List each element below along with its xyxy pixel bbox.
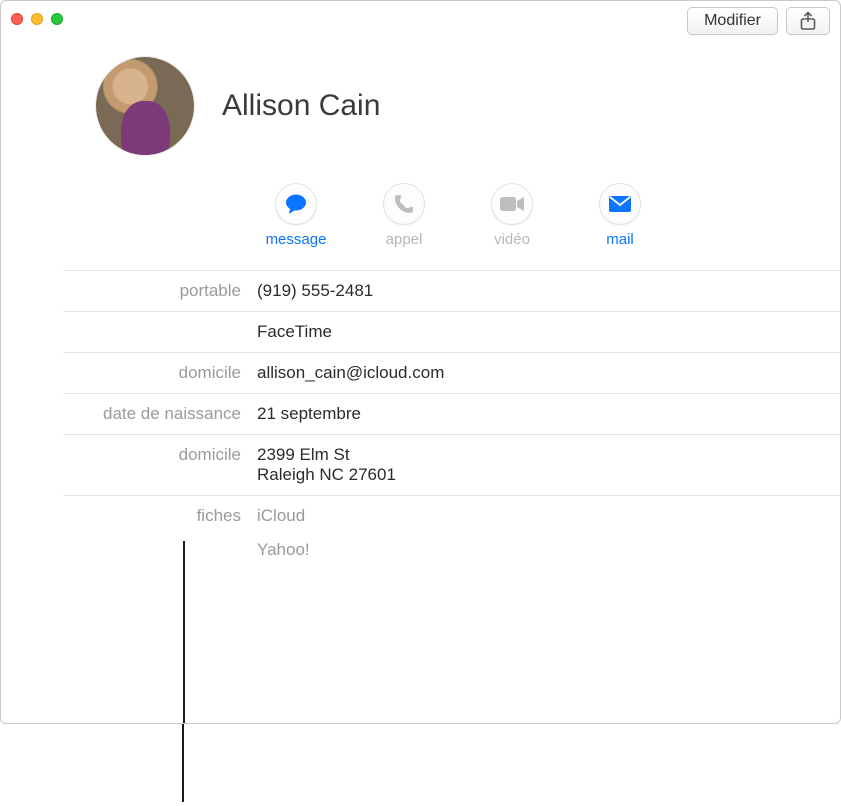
birthday-value[interactable]: 21 septembre xyxy=(251,404,840,424)
message-icon-circle xyxy=(275,183,317,225)
zoom-window-button[interactable] xyxy=(51,13,63,25)
share-icon xyxy=(799,11,817,31)
home-email-value[interactable]: allison_cain@icloud.com xyxy=(251,363,840,383)
home-email-label: domicile xyxy=(63,363,251,383)
home-address-line2: Raleigh NC 27601 xyxy=(257,465,840,485)
video-icon-circle xyxy=(491,183,533,225)
cards-value-1[interactable]: iCloud xyxy=(251,506,840,526)
call-label: appel xyxy=(386,231,423,248)
video-label: vidéo xyxy=(494,231,530,248)
callout-line xyxy=(183,541,185,724)
home-email-row: domicile allison_cain@icloud.com xyxy=(63,352,840,393)
call-action[interactable]: appel xyxy=(369,183,439,248)
video-icon xyxy=(499,195,525,213)
mobile-row: portable (919) 555-2481 xyxy=(63,270,840,311)
home-address-value[interactable]: 2399 Elm St Raleigh NC 27601 xyxy=(251,445,840,485)
close-window-button[interactable] xyxy=(11,13,23,25)
mail-icon-circle xyxy=(599,183,641,225)
birthday-label: date de naissance xyxy=(63,404,251,424)
phone-icon xyxy=(393,193,415,215)
home-address-label: domicile xyxy=(63,445,251,485)
minimize-window-button[interactable] xyxy=(31,13,43,25)
facetime-label-empty xyxy=(63,322,251,342)
home-address-line1: 2399 Elm St xyxy=(257,445,840,465)
fields: portable (919) 555-2481 FaceTime domicil… xyxy=(1,270,840,570)
toolbar-right: Modifier xyxy=(687,7,830,35)
video-action[interactable]: vidéo xyxy=(477,183,547,248)
cards-row: fiches iCloud xyxy=(63,495,840,536)
cards-label-empty xyxy=(63,540,251,560)
titlebar: Modifier xyxy=(1,1,840,37)
mail-icon xyxy=(608,195,632,213)
modify-button[interactable]: Modifier xyxy=(687,7,778,35)
traffic-lights xyxy=(11,13,63,25)
mail-label: mail xyxy=(606,231,634,248)
avatar[interactable] xyxy=(96,57,194,155)
message-action[interactable]: message xyxy=(261,183,331,248)
share-button[interactable] xyxy=(786,7,830,35)
contact-window: Modifier Allison Cain message xyxy=(0,0,841,724)
contact-header: Allison Cain xyxy=(1,37,840,165)
facetime-row: FaceTime xyxy=(63,311,840,352)
mobile-value[interactable]: (919) 555-2481 xyxy=(251,281,840,301)
mail-action[interactable]: mail xyxy=(585,183,655,248)
birthday-row: date de naissance 21 septembre xyxy=(63,393,840,434)
modify-button-label: Modifier xyxy=(704,12,761,30)
message-label: message xyxy=(266,231,327,248)
message-icon xyxy=(284,193,308,215)
cards-label: fiches xyxy=(63,506,251,526)
cards-value-2[interactable]: Yahoo! xyxy=(251,540,840,560)
action-row: message appel vidéo xyxy=(1,165,840,270)
home-address-row: domicile 2399 Elm St Raleigh NC 27601 xyxy=(63,434,840,495)
cards-row-2: Yahoo! xyxy=(63,536,840,570)
call-icon-circle xyxy=(383,183,425,225)
callout-line-ext xyxy=(182,724,184,802)
mobile-label: portable xyxy=(63,281,251,301)
facetime-value[interactable]: FaceTime xyxy=(251,322,840,342)
contact-name: Allison Cain xyxy=(222,89,380,123)
